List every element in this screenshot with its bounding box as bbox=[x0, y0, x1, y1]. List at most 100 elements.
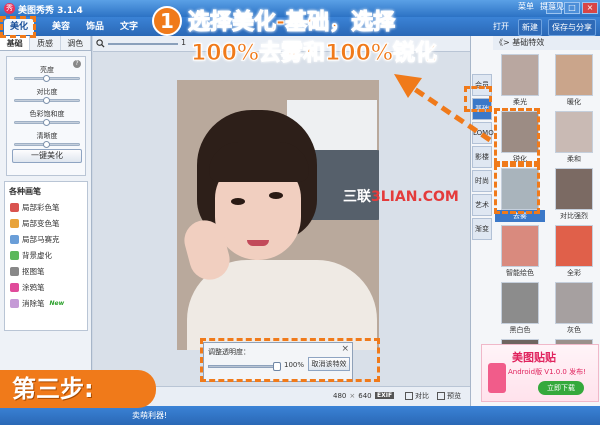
brush-label: 涂鸦笔 bbox=[22, 282, 45, 292]
effect-name: 对比强烈 bbox=[560, 212, 588, 220]
highlight-opacity-panel bbox=[200, 338, 380, 382]
effect-thumbnail[interactable] bbox=[555, 54, 593, 96]
zoom-icon[interactable] bbox=[96, 39, 105, 48]
brush-item-change-color[interactable]: 局部变色笔 bbox=[5, 215, 87, 231]
contrast-slider: 对比度 bbox=[7, 87, 87, 104]
slider-label: 色彩饱和度 bbox=[29, 110, 65, 118]
watermark-b: 3LIAN.COM bbox=[371, 189, 459, 205]
maximize-button[interactable]: □ bbox=[564, 2, 580, 14]
effect-thumbnail[interactable] bbox=[555, 111, 593, 153]
ad-title: 美图贴贴 bbox=[512, 351, 556, 364]
slider-thumb[interactable] bbox=[43, 75, 50, 82]
zoom-slider[interactable] bbox=[108, 43, 178, 45]
effect-thumbnail[interactable] bbox=[501, 225, 539, 267]
phone-icon bbox=[488, 363, 506, 393]
highlight-beautify-tab bbox=[0, 16, 36, 38]
status-text: 卖萌利器! bbox=[132, 411, 168, 420]
brush-item-color[interactable]: 局部彩色笔 bbox=[5, 199, 87, 215]
image-width: 480 bbox=[333, 392, 347, 400]
subtab-tone[interactable]: 调色 bbox=[61, 36, 91, 50]
app-logo-icon: 秀 bbox=[4, 3, 15, 14]
brush-label: 消除笔 bbox=[22, 298, 45, 308]
annotation-line-2: 100%去雾和100%锐化 bbox=[191, 41, 438, 67]
effect-thumbnail[interactable] bbox=[501, 282, 539, 324]
step-number: 1 bbox=[152, 6, 182, 36]
photo bbox=[177, 80, 379, 350]
effect-thumbnail[interactable] bbox=[555, 225, 593, 267]
subtab-texture[interactable]: 质感 bbox=[30, 36, 61, 50]
slider-track[interactable] bbox=[14, 97, 80, 104]
effect-item[interactable]: 柔和 bbox=[549, 111, 599, 167]
effect-item[interactable]: 灰色 bbox=[549, 282, 599, 338]
category-tab[interactable]: 艺术 bbox=[472, 194, 492, 216]
tab-text[interactable]: 文字 bbox=[114, 19, 144, 35]
category-tab[interactable]: 时尚 bbox=[472, 170, 492, 192]
open-button[interactable]: 打开 bbox=[490, 19, 512, 36]
brush-item-mosaic[interactable]: 局部马赛克 bbox=[5, 231, 87, 247]
effect-thumbnail[interactable] bbox=[555, 282, 593, 324]
tab-beauty[interactable]: 美容 bbox=[46, 19, 76, 35]
effect-thumbnail[interactable] bbox=[555, 168, 593, 210]
change-color-brush-icon bbox=[10, 218, 19, 228]
slider-label: 亮度 bbox=[40, 66, 54, 74]
image-dimensions: 480 × 640 bbox=[333, 392, 372, 400]
effect-name: 柔和 bbox=[567, 155, 581, 163]
mosaic-icon bbox=[10, 234, 19, 244]
dims-separator: × bbox=[349, 392, 356, 400]
slider-track[interactable] bbox=[14, 119, 80, 126]
effect-name: 暖化 bbox=[567, 98, 581, 106]
left-panel: 基础 质感 调色 ? 亮度 对比度 色彩饱和度 清晰度 一键美化 各种画笔 局部… bbox=[0, 36, 92, 406]
feedback-button[interactable]: 提意见 bbox=[540, 1, 564, 12]
ad-subtitle: Android版 V1.0.0 发布! bbox=[508, 368, 586, 376]
zoom-value: 1 bbox=[181, 38, 187, 47]
photo-eye bbox=[269, 192, 283, 199]
sharpness-slider: 清晰度 bbox=[7, 131, 87, 148]
watermark-a: 三联 bbox=[343, 189, 371, 205]
new-badge: New bbox=[49, 299, 65, 307]
ad-banner[interactable]: 美图贴贴 Android版 V1.0.0 发布! 立即下载 bbox=[481, 344, 599, 402]
photo-fringe bbox=[209, 142, 309, 182]
subtab-basic[interactable]: 基础 bbox=[0, 36, 31, 50]
effect-item[interactable]: 全彩 bbox=[549, 225, 599, 281]
slider-label: 清晰度 bbox=[36, 132, 58, 140]
brush-item-blur[interactable]: 背景虚化 bbox=[5, 247, 87, 263]
compare-button[interactable]: 对比 bbox=[405, 391, 429, 401]
effect-item[interactable]: 黑白色 bbox=[495, 282, 545, 338]
step-label: 第三步: bbox=[0, 370, 156, 408]
slider-thumb[interactable] bbox=[43, 97, 50, 104]
adjust-subtabs: 基础 质感 调色 bbox=[0, 36, 91, 51]
slider-thumb[interactable] bbox=[43, 119, 50, 126]
download-button[interactable]: 立即下载 bbox=[538, 381, 584, 395]
doodle-icon bbox=[10, 282, 19, 292]
new-button[interactable]: 新建 bbox=[518, 19, 542, 36]
preview-button[interactable]: 预览 bbox=[437, 391, 461, 401]
eraser-icon bbox=[10, 298, 19, 308]
menu-button[interactable]: 菜单 bbox=[518, 1, 534, 12]
exif-badge[interactable]: EXIF bbox=[375, 392, 395, 399]
slider-track[interactable] bbox=[14, 141, 80, 148]
brush-item-cutout[interactable]: 抠图笔 bbox=[5, 263, 87, 279]
save-share-button[interactable]: 保存与分享 bbox=[548, 19, 596, 36]
effect-item[interactable]: 智能绘色 bbox=[495, 225, 545, 281]
effect-item[interactable]: 对比强烈 bbox=[549, 168, 599, 224]
slider-track[interactable] bbox=[14, 75, 80, 82]
brush-label: 局部变色笔 bbox=[22, 218, 60, 228]
category-tab[interactable]: 渐变 bbox=[472, 218, 492, 240]
preview-label: 预览 bbox=[447, 392, 461, 400]
brush-item-eraser[interactable]: 消除笔 New bbox=[5, 295, 87, 311]
compare-icon bbox=[405, 392, 413, 400]
brush-label: 局部彩色笔 bbox=[22, 202, 60, 212]
one-key-beautify-button[interactable]: 一键美化 bbox=[12, 149, 82, 163]
effect-name: 灰色 bbox=[567, 326, 581, 334]
brightness-slider: 亮度 bbox=[7, 65, 87, 82]
blur-icon bbox=[10, 250, 19, 260]
annotation-line-1: 选择美化-基础，选择 bbox=[187, 10, 396, 36]
effect-item[interactable]: 暖化 bbox=[549, 54, 599, 110]
arrow-icon bbox=[394, 74, 492, 143]
close-button[interactable]: × bbox=[582, 2, 598, 14]
saturation-slider: 色彩饱和度 bbox=[7, 109, 87, 126]
effects-header[interactable]: 《> 基础特效 bbox=[493, 36, 600, 50]
slider-thumb[interactable] bbox=[43, 141, 50, 148]
brush-item-doodle[interactable]: 涂鸦笔 bbox=[5, 279, 87, 295]
tab-accessories[interactable]: 饰品 bbox=[80, 19, 110, 35]
